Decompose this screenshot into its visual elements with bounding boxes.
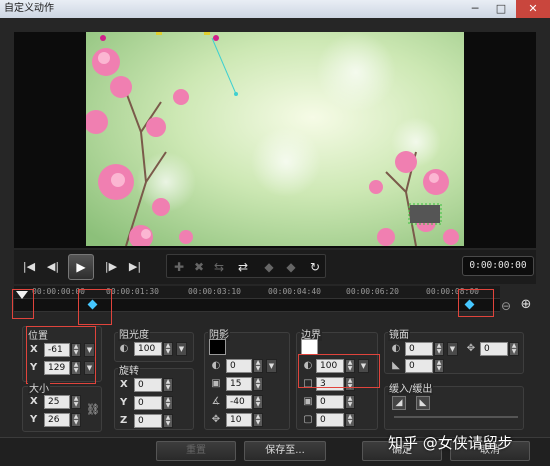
add-keyframe-icon[interactable]: ✚ xyxy=(169,257,189,277)
shadow-opacity-stepper[interactable]: ▲ ▼ xyxy=(253,359,263,373)
border-blur-icon: ▣ xyxy=(303,396,313,407)
ease-title: 缓入/缓出 xyxy=(388,380,434,395)
maximize-button[interactable]: □ xyxy=(488,0,514,18)
reflection-opacity-stepper[interactable]: ▲ ▼ xyxy=(434,342,444,356)
loop-icon[interactable]: ↻ xyxy=(305,257,325,277)
remove-keyframe-icon[interactable]: ✖ xyxy=(189,257,209,277)
highlight-box xyxy=(26,326,96,384)
opacity-stepper[interactable]: ▲ ▼ xyxy=(163,342,173,356)
ruler-tick: 00:00:03:10 xyxy=(188,287,241,296)
highlight-box xyxy=(298,354,380,388)
reflection-distance-icon: ✥ xyxy=(466,343,476,354)
reflection-opacity-icon: ◐ xyxy=(391,343,401,354)
shadow-blur-icon: ▣ xyxy=(211,378,221,389)
shadow-angle-stepper[interactable]: ▲ ▼ xyxy=(253,395,263,409)
border-extra-icon: ▢ xyxy=(303,414,313,425)
opacity-menu[interactable]: ▼ xyxy=(176,342,187,356)
prev-keyframe-icon[interactable]: ◆ xyxy=(259,257,279,277)
ease-out-icon[interactable]: ◣ xyxy=(416,396,430,410)
shadow-blur-input[interactable]: 15 xyxy=(226,377,252,391)
ease-slider[interactable] xyxy=(394,416,518,418)
highlight-box xyxy=(12,289,34,319)
shadow-blur-stepper[interactable]: ▲ ▼ xyxy=(253,377,263,391)
ruler-tick: 00:00:01:30 xyxy=(106,287,159,296)
highlight-box xyxy=(458,289,494,317)
rotation-z-label: Z xyxy=(120,415,128,426)
zoom-out-icon[interactable]: ⊖ xyxy=(500,300,512,312)
swap-icon[interactable]: ⇄ xyxy=(233,257,253,277)
rotation-y-label: Y xyxy=(120,397,128,408)
size-y-stepper[interactable]: ▲ ▼ xyxy=(71,413,81,427)
size-title: 大小 xyxy=(28,380,50,395)
shadow-opacity-input[interactable]: 0 xyxy=(226,359,252,373)
timecode-display[interactable]: 0:00:00:00 xyxy=(462,256,534,276)
shadow-color-swatch[interactable] xyxy=(209,339,226,355)
minimize-button[interactable]: ─ xyxy=(462,0,488,18)
reflection-opacity-input[interactable]: 0 xyxy=(405,342,433,356)
link-chain-icon[interactable]: ⛓ xyxy=(86,404,100,416)
size-x-label: X xyxy=(30,396,38,407)
shadow-distance-input[interactable]: 10 xyxy=(226,413,252,427)
rotation-y-stepper[interactable]: ▲ ▼ xyxy=(163,396,173,410)
close-button[interactable]: ✕ xyxy=(516,0,550,18)
shadow-opacity-menu[interactable]: ▼ xyxy=(266,359,277,373)
skip-forward-icon[interactable]: ▶| xyxy=(124,256,146,278)
border-extra-input[interactable]: 0 xyxy=(316,413,344,427)
next-keyframe-icon[interactable]: ◆ xyxy=(281,257,301,277)
rotation-x-input[interactable]: 0 xyxy=(134,378,162,392)
shadow-opacity-icon: ◐ xyxy=(211,360,221,371)
opacity-icon: ◐ xyxy=(119,343,129,354)
shadow-angle-icon: ∡ xyxy=(211,396,221,407)
border-blur-input[interactable]: 0 xyxy=(316,395,344,409)
ruler-tick: 00:00:04:40 xyxy=(268,287,321,296)
opacity-input[interactable]: 100 xyxy=(134,342,162,356)
size-x-input[interactable]: 25 xyxy=(44,395,70,409)
border-color-swatch[interactable] xyxy=(301,339,318,355)
shadow-distance-stepper[interactable]: ▲ ▼ xyxy=(253,413,263,427)
rotation-x-label: X xyxy=(120,379,128,390)
step-back-icon[interactable]: ◀| xyxy=(42,256,64,278)
opacity-title: 阻光度 xyxy=(118,326,150,341)
keyframe-tools: ✚ ✖ ⇆ ⇄ ◆ ◆ ↻ xyxy=(166,254,326,278)
reverse-keyframe-icon[interactable]: ⇆ xyxy=(209,257,229,277)
size-x-stepper[interactable]: ▲ ▼ xyxy=(71,395,81,409)
reset-button[interactable]: 重置 xyxy=(156,441,236,461)
rotation-z-stepper[interactable]: ▲ ▼ xyxy=(163,414,173,428)
rotation-z-input[interactable]: 0 xyxy=(134,414,162,428)
size-y-input[interactable]: 26 xyxy=(44,413,70,427)
ruler-tick: 00:00:06:20 xyxy=(346,287,399,296)
reflection-distance-input[interactable]: 0 xyxy=(480,342,508,356)
reflection-title: 镜面 xyxy=(388,326,410,341)
save-to-button[interactable]: 保存至... xyxy=(244,441,326,461)
preview-image xyxy=(86,32,464,246)
reflection-blur-icon: ◣ xyxy=(392,360,400,371)
video-preview[interactable] xyxy=(86,32,464,246)
size-y-label: Y xyxy=(30,414,38,425)
zoom-in-icon[interactable]: ⊕ xyxy=(520,298,532,311)
ease-in-icon[interactable]: ◢ xyxy=(392,396,406,410)
reflection-opacity-menu[interactable]: ▼ xyxy=(447,342,458,356)
rotation-y-input[interactable]: 0 xyxy=(134,396,162,410)
reflection-blur-stepper[interactable]: ▲ ▼ xyxy=(434,359,444,373)
play-button[interactable]: ▶ xyxy=(68,254,94,280)
highlight-box xyxy=(78,289,112,325)
shadow-distance-icon: ✥ xyxy=(211,414,221,425)
border-extra-stepper[interactable]: ▲ ▼ xyxy=(345,413,355,427)
play-icon: ▶ xyxy=(76,260,86,274)
reflection-blur-input[interactable]: 0 xyxy=(405,359,433,373)
step-forward-icon[interactable]: |▶ xyxy=(100,256,122,278)
reflection-distance-stepper[interactable]: ▲ ▼ xyxy=(509,342,519,356)
border-blur-stepper[interactable]: ▲ ▼ xyxy=(345,395,355,409)
rotation-title: 旋转 xyxy=(118,362,140,377)
rotation-x-stepper[interactable]: ▲ ▼ xyxy=(163,378,173,392)
watermark-text: 知乎 @女侠请留步 xyxy=(388,434,513,452)
shadow-angle-input[interactable]: -40 xyxy=(226,395,252,409)
skip-back-icon[interactable]: |◀ xyxy=(18,256,40,278)
